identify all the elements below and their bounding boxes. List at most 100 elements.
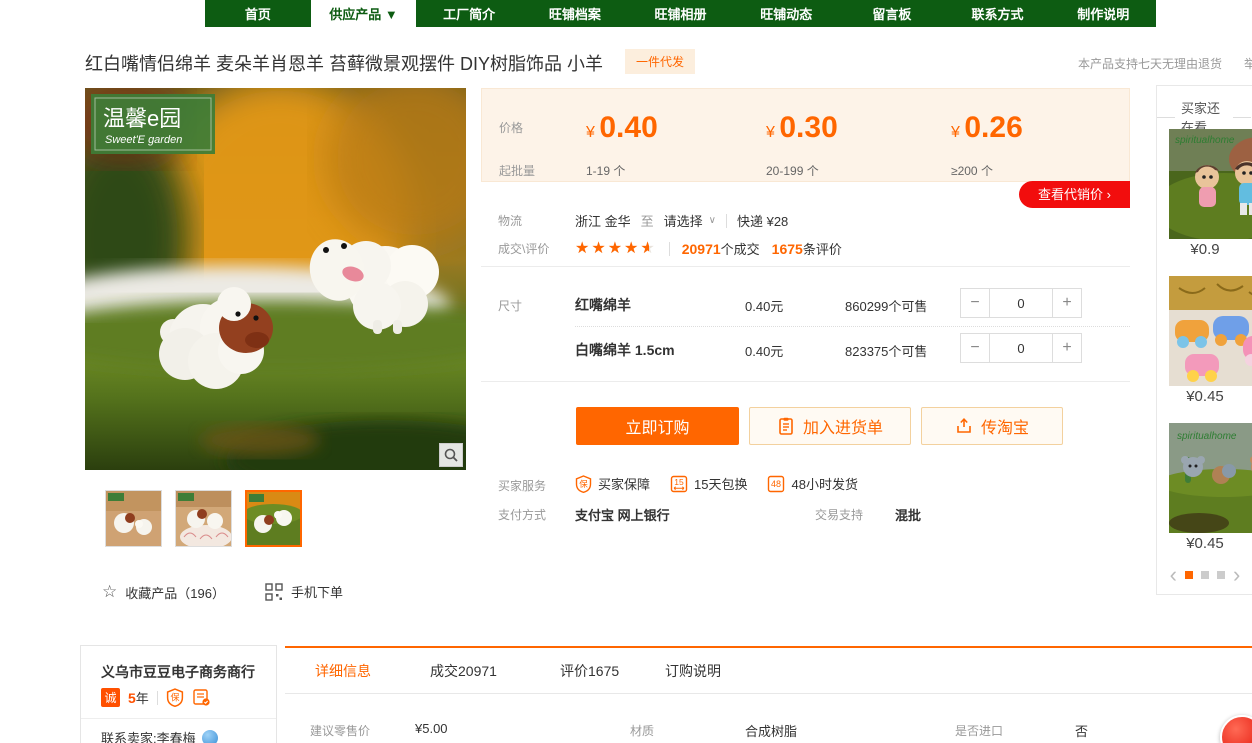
reviews-count-link[interactable]: 1675 (772, 241, 803, 257)
destination-select[interactable]: 请选择 ∨ (664, 211, 716, 230)
nav-item-album[interactable]: 旺铺相册 (628, 0, 734, 27)
detail-tabbar: 详细信息 成交20971 评价1675 订购说明 (285, 648, 1252, 694)
nav-item-news[interactable]: 旺铺动态 (733, 0, 839, 27)
buyer-services: 保 买家保障 15 15天包换 48 48小时发货 (575, 474, 858, 493)
shop-badges: 诚 5年 保 (101, 688, 211, 707)
thumbnail-3-selected[interactable] (245, 490, 302, 547)
product-page: 首页 供应产品 ▼ 工厂简介 旺铺档案 旺铺相册 旺铺动态 留言板 联系方式 制… (0, 0, 1252, 743)
moq-tier-1: 1-19 个 (586, 162, 625, 179)
to-label: 至 (641, 211, 654, 230)
shield-icon: 保 (575, 475, 592, 493)
nav-item-archive[interactable]: 旺铺档案 (522, 0, 628, 27)
mobile-order-button[interactable]: 手机下单 (265, 582, 343, 601)
wangwang-chat-icon (202, 730, 218, 743)
payment-methods: 支付宝 网上银行 (575, 505, 670, 524)
credit-badge-icon: 诚 (101, 688, 120, 707)
next-arrow[interactable]: › (1233, 564, 1240, 586)
also-viewed-panel: 买家还在看 spiritualhome ¥0.9 (1156, 85, 1252, 595)
divider (81, 718, 276, 719)
plus-button[interactable]: + (1052, 333, 1082, 363)
certificate-icon (192, 688, 211, 707)
nav-item-contact[interactable]: 联系方式 (945, 0, 1051, 27)
quantity-input[interactable] (990, 333, 1052, 363)
shop-name[interactable]: 义乌市豆豆电子商务商行 (101, 662, 255, 682)
deals-count-link[interactable]: 20971 (682, 241, 721, 257)
report-link[interactable]: 举报 (1244, 55, 1252, 72)
nav-item-messageboard[interactable]: 留言板 (839, 0, 945, 27)
tab-order-instructions[interactable]: 订购说明 (665, 648, 721, 694)
shop-navbar: 首页 供应产品 ▼ 工厂简介 旺铺档案 旺铺相册 旺铺动态 留言板 联系方式 制… (205, 0, 1156, 27)
logistics-label: 物流 (498, 212, 522, 229)
shop-card: 义乌市豆豆电子商务商行 诚 5年 保 联系卖家:李春梅 (80, 645, 277, 743)
thumbnail-2[interactable] (175, 490, 232, 547)
mobile-order-label: 手机下单 (291, 582, 343, 601)
sku-row2-name: 白嘴绵羊 1.5cm (575, 340, 675, 360)
minus-button[interactable]: − (960, 288, 990, 318)
trade-line: ★★★★★ ★★★★★ 20971个成交 1675条评价 (575, 239, 842, 258)
related-product-2[interactable] (1169, 276, 1252, 386)
related-product-3[interactable]: spiritualhome (1169, 423, 1252, 533)
trade-support-value: 混批 (895, 505, 921, 524)
sku-row1-stock: 860299个可售 (845, 296, 927, 315)
buyer-services-label: 买家服务 (498, 477, 546, 494)
favorite-product-button[interactable]: ☆ 收藏产品（196） (102, 582, 225, 602)
svg-text:48: 48 (771, 479, 781, 489)
nav-item-factory[interactable]: 工厂简介 (416, 0, 522, 27)
moq-tier-2: 20-199 个 (766, 162, 819, 179)
clipboard-icon (777, 417, 795, 435)
material-value: 合成树脂 (745, 721, 797, 740)
prev-arrow[interactable]: ‹ (1170, 564, 1177, 586)
product-main-image[interactable]: 温馨e园 Sweet'E garden (85, 88, 466, 470)
sku-row1-quantity-stepper: − + (960, 288, 1082, 318)
tab-detail-info[interactable]: 详细信息 (315, 648, 371, 694)
price-tier-3: ¥ 0.26 (951, 111, 1023, 145)
sku-row1-price: 0.40元 (745, 296, 783, 315)
favorite-label: 收藏产品（196） (125, 583, 225, 602)
upload-icon (955, 417, 973, 435)
divider (481, 266, 1130, 267)
thumbnail-1[interactable] (105, 490, 162, 547)
imported-label: 是否进口 (955, 722, 1003, 739)
quantity-input[interactable] (990, 288, 1052, 318)
trade-support-label: 交易支持 (815, 506, 863, 523)
payment-label: 支付方式 (498, 506, 546, 523)
page-dot-2[interactable] (1201, 571, 1209, 579)
related-product-1[interactable]: spiritualhome (1169, 129, 1252, 239)
svg-text:温馨e园: 温馨e园 (103, 106, 181, 131)
tab-reviews[interactable]: 评价1675 (560, 648, 619, 694)
tab-deals[interactable]: 成交20971 (430, 648, 497, 694)
nav-item-instructions[interactable]: 制作说明 (1050, 0, 1156, 27)
nav-item-products[interactable]: 供应产品 ▼ (311, 0, 417, 27)
watermark-logo: 温馨e园 Sweet'E garden (91, 94, 215, 154)
express-fee: 快递 ¥28 (737, 211, 788, 230)
upload-to-taobao-button[interactable]: 传淘宝 (921, 407, 1063, 445)
contact-seller-link[interactable]: 联系卖家:李春梅 (101, 728, 218, 743)
svg-text:15: 15 (674, 477, 684, 487)
price-tier-1: ¥ 0.40 (586, 111, 658, 145)
svg-text:保: 保 (579, 479, 588, 489)
clock-48-icon: 48 (767, 475, 785, 493)
plus-button[interactable]: + (1052, 288, 1082, 318)
order-now-button[interactable]: 立即订购 (576, 407, 739, 445)
divider (481, 381, 1130, 382)
floating-action-button[interactable] (1220, 715, 1252, 743)
divider (669, 242, 670, 256)
shield-icon: 保 (166, 688, 184, 707)
svg-text:Sweet'E garden: Sweet'E garden (105, 134, 182, 146)
buyer-guarantee-item: 保 买家保障 (575, 474, 650, 493)
view-agent-price-button[interactable]: 查看代销价 › (1019, 181, 1130, 208)
nav-item-home[interactable]: 首页 (205, 0, 311, 27)
material-label: 材质 (630, 722, 654, 739)
page-dot-1[interactable] (1185, 571, 1193, 579)
magnifier-icon[interactable] (439, 443, 463, 467)
star-rating: ★★★★★ ★★★★★ (575, 241, 657, 257)
page-dot-3[interactable] (1217, 571, 1225, 579)
price-tier-2: ¥ 0.30 (766, 111, 838, 145)
add-to-cart-button[interactable]: 加入进货单 (749, 407, 911, 445)
sku-row1-name: 红嘴绵羊 (575, 295, 631, 315)
minus-button[interactable]: − (960, 333, 990, 363)
svg-text:spiritualhome: spiritualhome (1177, 431, 1237, 442)
dropship-badge: 一件代发 (625, 49, 695, 74)
ship-48h-item: 48 48小时发货 (767, 474, 857, 493)
star-outline-icon: ☆ (102, 582, 117, 602)
